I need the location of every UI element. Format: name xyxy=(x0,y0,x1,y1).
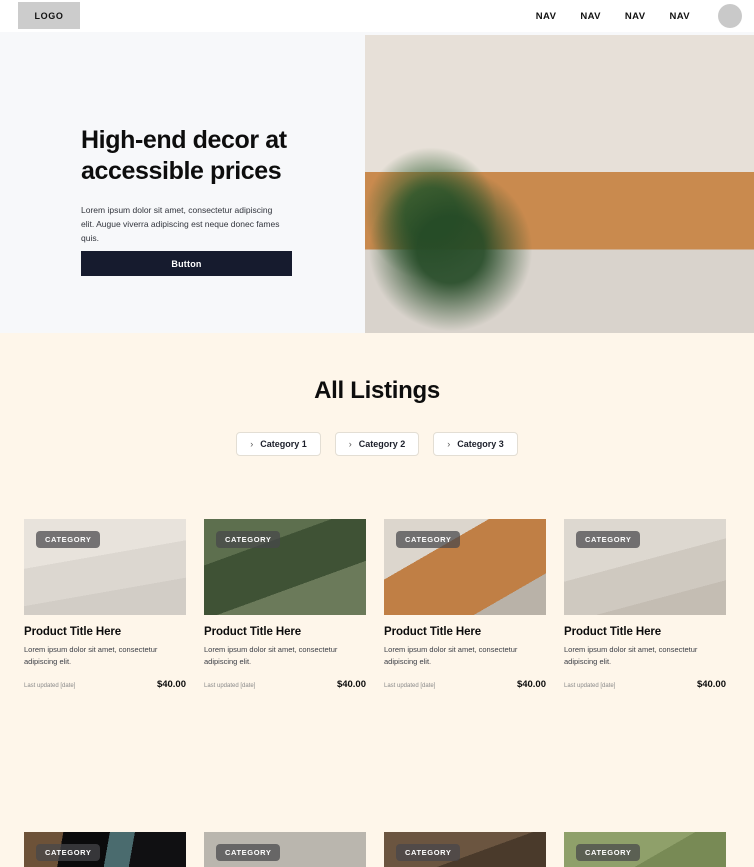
product-footer: Last updated [date] $40.00 xyxy=(204,679,366,690)
product-footer: Last updated [date] $40.00 xyxy=(384,679,546,690)
status-badge: CATEGORY xyxy=(576,531,641,548)
product-card[interactable]: CATEGORY xyxy=(204,832,366,867)
chevron-right-icon: › xyxy=(250,438,254,449)
category-filter-1[interactable]: › Category 1 xyxy=(236,432,321,456)
chevron-right-icon: › xyxy=(348,438,352,449)
product-image[interactable]: CATEGORY xyxy=(204,832,366,867)
hero-section: High-end decor at accessible prices Lore… xyxy=(0,32,754,333)
product-price: $40.00 xyxy=(156,679,186,691)
chevron-right-icon: › xyxy=(447,438,451,449)
product-card[interactable]: CATEGORY xyxy=(384,832,546,867)
hero-title: High-end decor at accessible prices xyxy=(81,126,287,185)
nav-item-4[interactable]: NAV xyxy=(657,11,702,22)
product-price: $40.00 xyxy=(336,679,366,691)
nav-item-3[interactable]: NAV xyxy=(613,11,658,22)
category-filter-3-label: Category 3 xyxy=(457,439,504,449)
product-image[interactable]: CATEGORY xyxy=(24,832,186,867)
listings-section: All Listings › Category 1 › Category 2 ›… xyxy=(0,333,754,867)
product-footer: Last updated [date] $40.00 xyxy=(24,679,186,690)
product-card[interactable]: CATEGORY xyxy=(24,832,186,867)
status-badge: CATEGORY xyxy=(36,531,101,548)
product-footer: Last updated [date] $40.00 xyxy=(564,679,726,690)
hero-image xyxy=(365,35,754,333)
product-card[interactable]: CATEGORY Product Title Here Lorem ipsum … xyxy=(564,519,726,690)
category-filter-row: › Category 1 › Category 2 › Category 3 xyxy=(0,432,754,456)
product-image[interactable]: CATEGORY xyxy=(384,832,546,867)
site-header: LOGO NAV NAV NAV NAV xyxy=(0,0,754,32)
product-title: Product Title Here xyxy=(24,626,122,638)
status-badge: CATEGORY xyxy=(396,844,461,861)
product-description: Lorem ipsum dolor sit amet, consectetur … xyxy=(24,645,158,666)
product-grid-row-2: CATEGORY CATEGORY CATEGORY CATEGORY xyxy=(24,832,730,867)
category-filter-2[interactable]: › Category 2 xyxy=(334,432,420,456)
category-filter-2-label: Category 2 xyxy=(358,439,406,449)
main-nav: NAV NAV NAV NAV xyxy=(524,0,702,32)
product-updated: Last updated [date] xyxy=(204,683,256,690)
product-price: $40.00 xyxy=(516,679,546,691)
product-updated: Last updated [date] xyxy=(564,683,616,690)
product-description: Lorem ipsum dolor sit amet, consectetur … xyxy=(564,645,698,666)
hero-image-photo xyxy=(365,35,754,333)
product-image[interactable]: CATEGORY xyxy=(564,832,726,867)
status-badge: CATEGORY xyxy=(576,844,641,861)
product-card[interactable]: CATEGORY Product Title Here Lorem ipsum … xyxy=(24,519,186,690)
logo[interactable]: LOGO xyxy=(18,2,80,29)
page-root: LOGO NAV NAV NAV NAV High-end decor at a… xyxy=(0,0,754,867)
page-title: All Listings xyxy=(314,377,440,404)
nav-item-1[interactable]: NAV xyxy=(524,11,569,22)
product-updated: Last updated [date] xyxy=(384,683,436,690)
product-title: Product Title Here xyxy=(564,626,662,638)
product-image[interactable]: CATEGORY xyxy=(564,519,726,615)
category-filter-3[interactable]: › Category 3 xyxy=(433,432,518,456)
category-filter-1-label: Category 1 xyxy=(260,439,307,449)
product-card[interactable]: CATEGORY Product Title Here Lorem ipsum … xyxy=(204,519,366,690)
product-description: Lorem ipsum dolor sit amet, consectetur … xyxy=(204,645,338,666)
hero-cta-button[interactable]: Button xyxy=(81,251,292,276)
product-description: Lorem ipsum dolor sit amet, consectetur … xyxy=(384,645,518,666)
product-grid-row-1: CATEGORY Product Title Here Lorem ipsum … xyxy=(24,519,730,690)
product-image[interactable]: CATEGORY xyxy=(24,519,186,615)
product-updated: Last updated [date] xyxy=(24,683,76,690)
product-price: $40.00 xyxy=(696,679,726,691)
hero-copy: High-end decor at accessible prices Lore… xyxy=(81,125,321,245)
hero-subtitle: Lorem ipsum dolor sit amet, consectetur … xyxy=(81,205,280,244)
status-badge: CATEGORY xyxy=(36,844,101,861)
user-avatar-icon[interactable] xyxy=(718,4,742,28)
product-title: Product Title Here xyxy=(204,626,302,638)
status-badge: CATEGORY xyxy=(396,531,461,548)
product-image[interactable]: CATEGORY xyxy=(204,519,366,615)
product-card[interactable]: CATEGORY xyxy=(564,832,726,867)
product-image[interactable]: CATEGORY xyxy=(384,519,546,615)
nav-item-2[interactable]: NAV xyxy=(568,11,613,22)
status-badge: CATEGORY xyxy=(216,531,281,548)
product-title: Product Title Here xyxy=(384,626,482,638)
status-badge: CATEGORY xyxy=(216,844,281,861)
product-card[interactable]: CATEGORY Product Title Here Lorem ipsum … xyxy=(384,519,546,690)
